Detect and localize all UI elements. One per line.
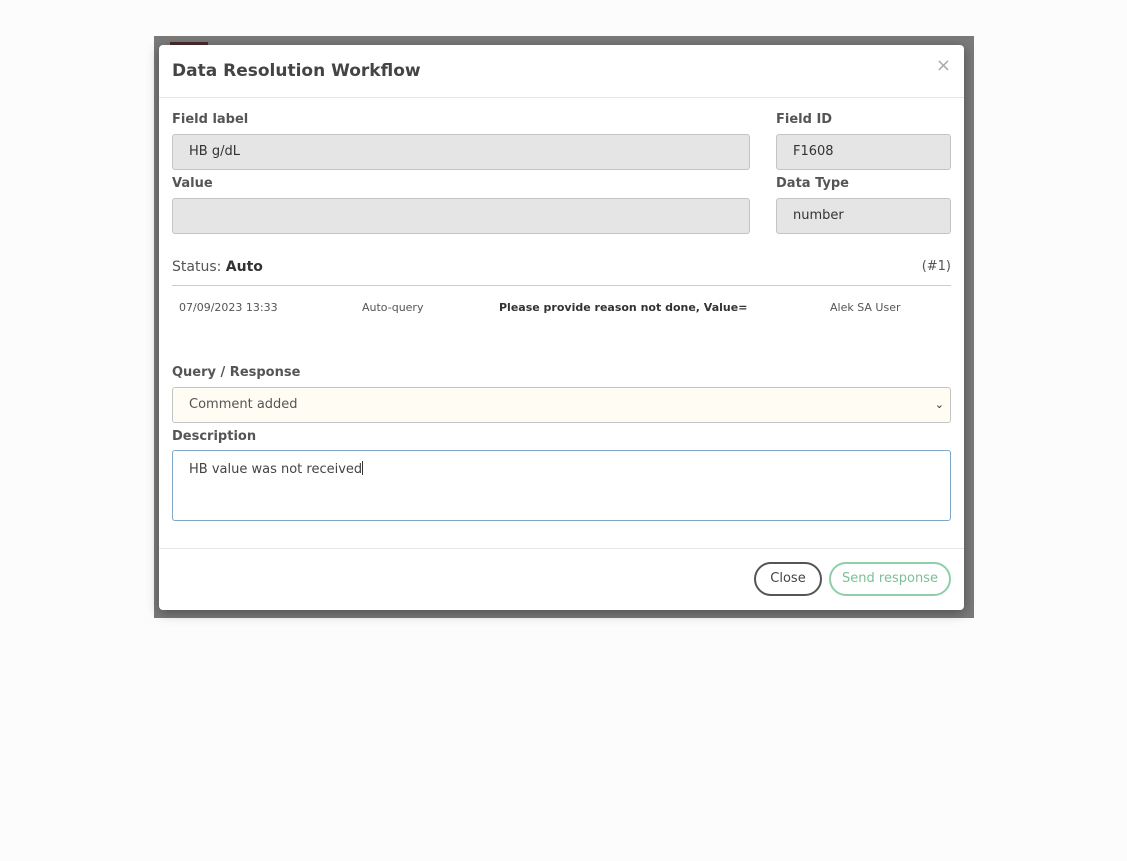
query-response-label: Query / Response <box>172 365 301 380</box>
history-date: 07/09/2023 13:33 <box>179 301 278 314</box>
description-label: Description <box>172 429 257 444</box>
description-text: HB value was not received <box>189 462 363 477</box>
history-message: Please provide reason not done, Value= <box>499 301 748 314</box>
send-response-button[interactable]: Send response <box>829 562 951 596</box>
history-type: Auto-query <box>362 301 424 314</box>
data-resolution-modal: Data Resolution Workflow × Field label H… <box>159 45 964 610</box>
text-caret <box>362 461 364 475</box>
field-id-label: Field ID <box>776 112 833 127</box>
data-type-label: Data Type <box>776 176 849 191</box>
field-label-label: Field label <box>172 112 249 127</box>
query-response-select[interactable]: Comment added ⌄ <box>172 387 951 423</box>
history-user: Alek SA User <box>830 301 901 314</box>
modal-title: Data Resolution Workflow <box>172 61 421 81</box>
status-row: Status: Auto (#1) <box>172 258 951 286</box>
modal-header: Data Resolution Workflow × <box>159 45 964 98</box>
chevron-down-icon: ⌄ <box>934 398 944 411</box>
data-type-input[interactable]: number <box>776 198 951 234</box>
status-prefix: Status: <box>172 259 222 275</box>
field-label-input[interactable]: HB g/dL <box>172 134 750 170</box>
status-number: (#1) <box>921 259 951 274</box>
modal-footer-divider <box>159 548 964 549</box>
value-label: Value <box>172 176 213 191</box>
value-input[interactable] <box>172 198 750 234</box>
close-icon[interactable]: × <box>936 57 951 75</box>
field-id-input[interactable]: F1608 <box>776 134 951 170</box>
query-response-value: Comment added <box>189 397 298 412</box>
status-label: Status: Auto <box>172 259 263 275</box>
close-button[interactable]: Close <box>754 562 822 596</box>
description-textarea[interactable]: HB value was not received <box>172 450 951 521</box>
status-value: Auto <box>225 259 263 275</box>
